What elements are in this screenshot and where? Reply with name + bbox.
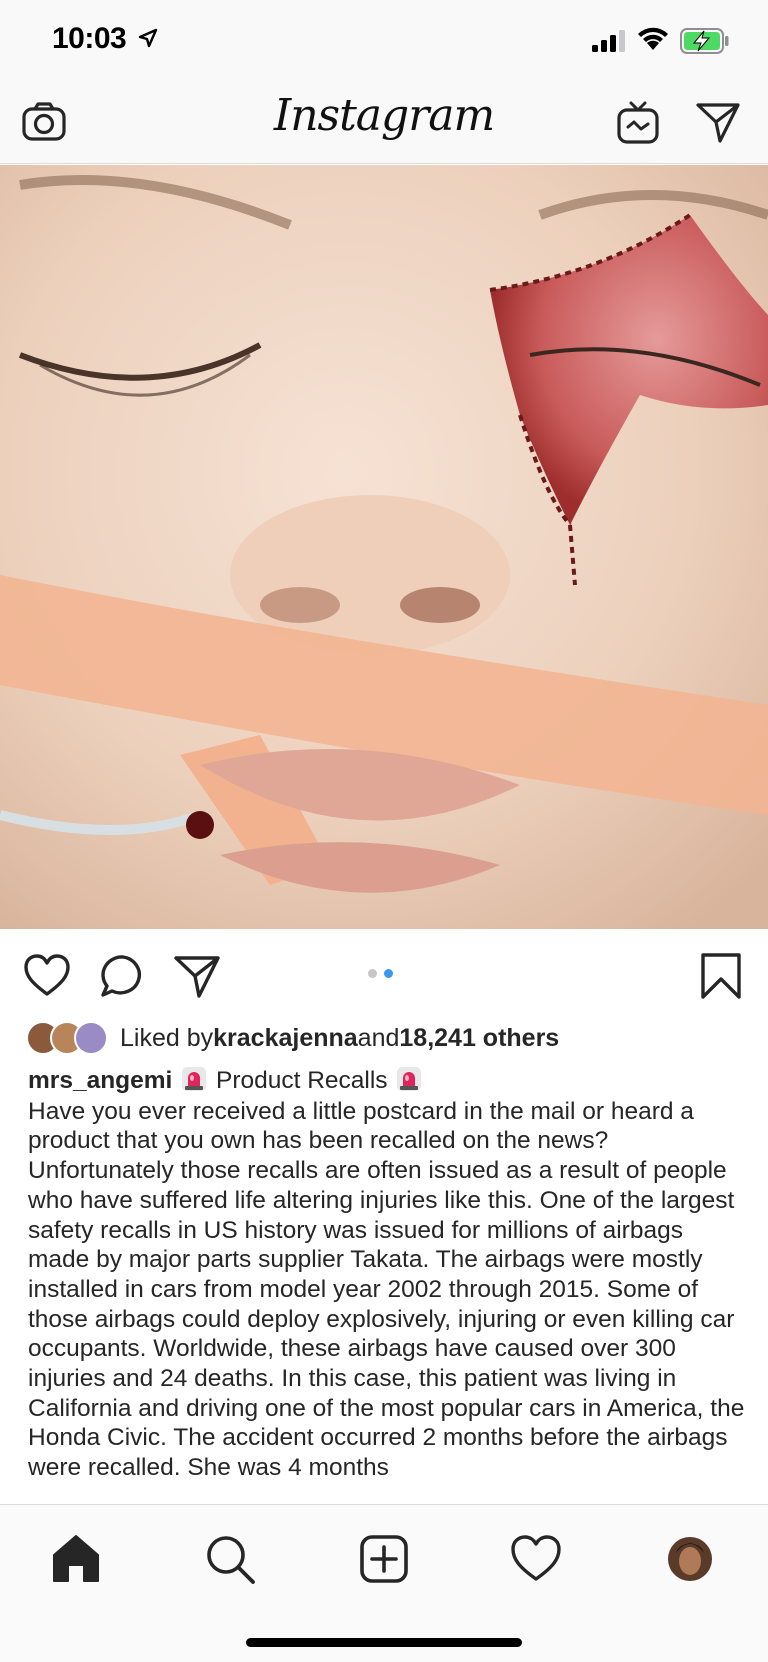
cellular-signal-icon — [592, 30, 625, 52]
caption-headline: Product Recalls — [215, 1067, 388, 1094]
caption-text: Have you ever received a little postcard… — [28, 1097, 745, 1482]
siren-emoji-icon — [397, 1067, 422, 1091]
post-photo[interactable] — [0, 165, 768, 929]
liker-username[interactable]: krackajenna — [213, 1024, 358, 1053]
siren-emoji-icon — [182, 1067, 207, 1091]
igtv-icon[interactable] — [614, 98, 662, 146]
liker-avatars — [26, 1021, 114, 1055]
carousel-dot — [368, 969, 377, 978]
post-photo-illustration — [0, 165, 768, 929]
profile-avatar[interactable] — [662, 1531, 718, 1587]
post-caption: mrs_angemi Product Recalls Have you ever… — [28, 1066, 746, 1483]
direct-message-icon[interactable] — [694, 98, 742, 146]
avatar — [74, 1021, 108, 1055]
activity-heart-icon[interactable] — [508, 1531, 564, 1587]
caption-viewport: mrs_angemi Product Recalls Have you ever… — [0, 1066, 768, 1504]
comment-icon[interactable] — [98, 951, 148, 1001]
location-arrow-icon — [138, 28, 158, 48]
add-post-icon[interactable] — [356, 1531, 412, 1587]
likes-row[interactable]: Liked by krackajenna and 18,241 others — [26, 1020, 559, 1056]
caption-header: mrs_angemi Product Recalls — [28, 1066, 746, 1096]
caption-username[interactable]: mrs_angemi — [28, 1067, 172, 1094]
wifi-icon — [638, 27, 668, 50]
carousel-dot-active — [384, 969, 393, 978]
likes-middle: and — [357, 1023, 400, 1052]
likes-prefix: Liked by — [120, 1023, 214, 1052]
search-icon[interactable] — [202, 1531, 258, 1587]
likes-count[interactable]: 18,241 others — [399, 1024, 559, 1053]
app-header: Instagram — [0, 84, 768, 164]
heart-icon[interactable] — [22, 951, 72, 1001]
status-time: 10:03 — [52, 22, 127, 55]
carousel-indicator — [368, 969, 393, 978]
battery-charging-icon — [680, 28, 729, 54]
status-bar: 10:03 — [0, 0, 768, 84]
home-indicator[interactable] — [246, 1638, 522, 1647]
share-paper-plane-icon[interactable] — [172, 951, 222, 1001]
home-icon[interactable] — [48, 1531, 104, 1587]
bookmark-icon[interactable] — [696, 951, 746, 1001]
